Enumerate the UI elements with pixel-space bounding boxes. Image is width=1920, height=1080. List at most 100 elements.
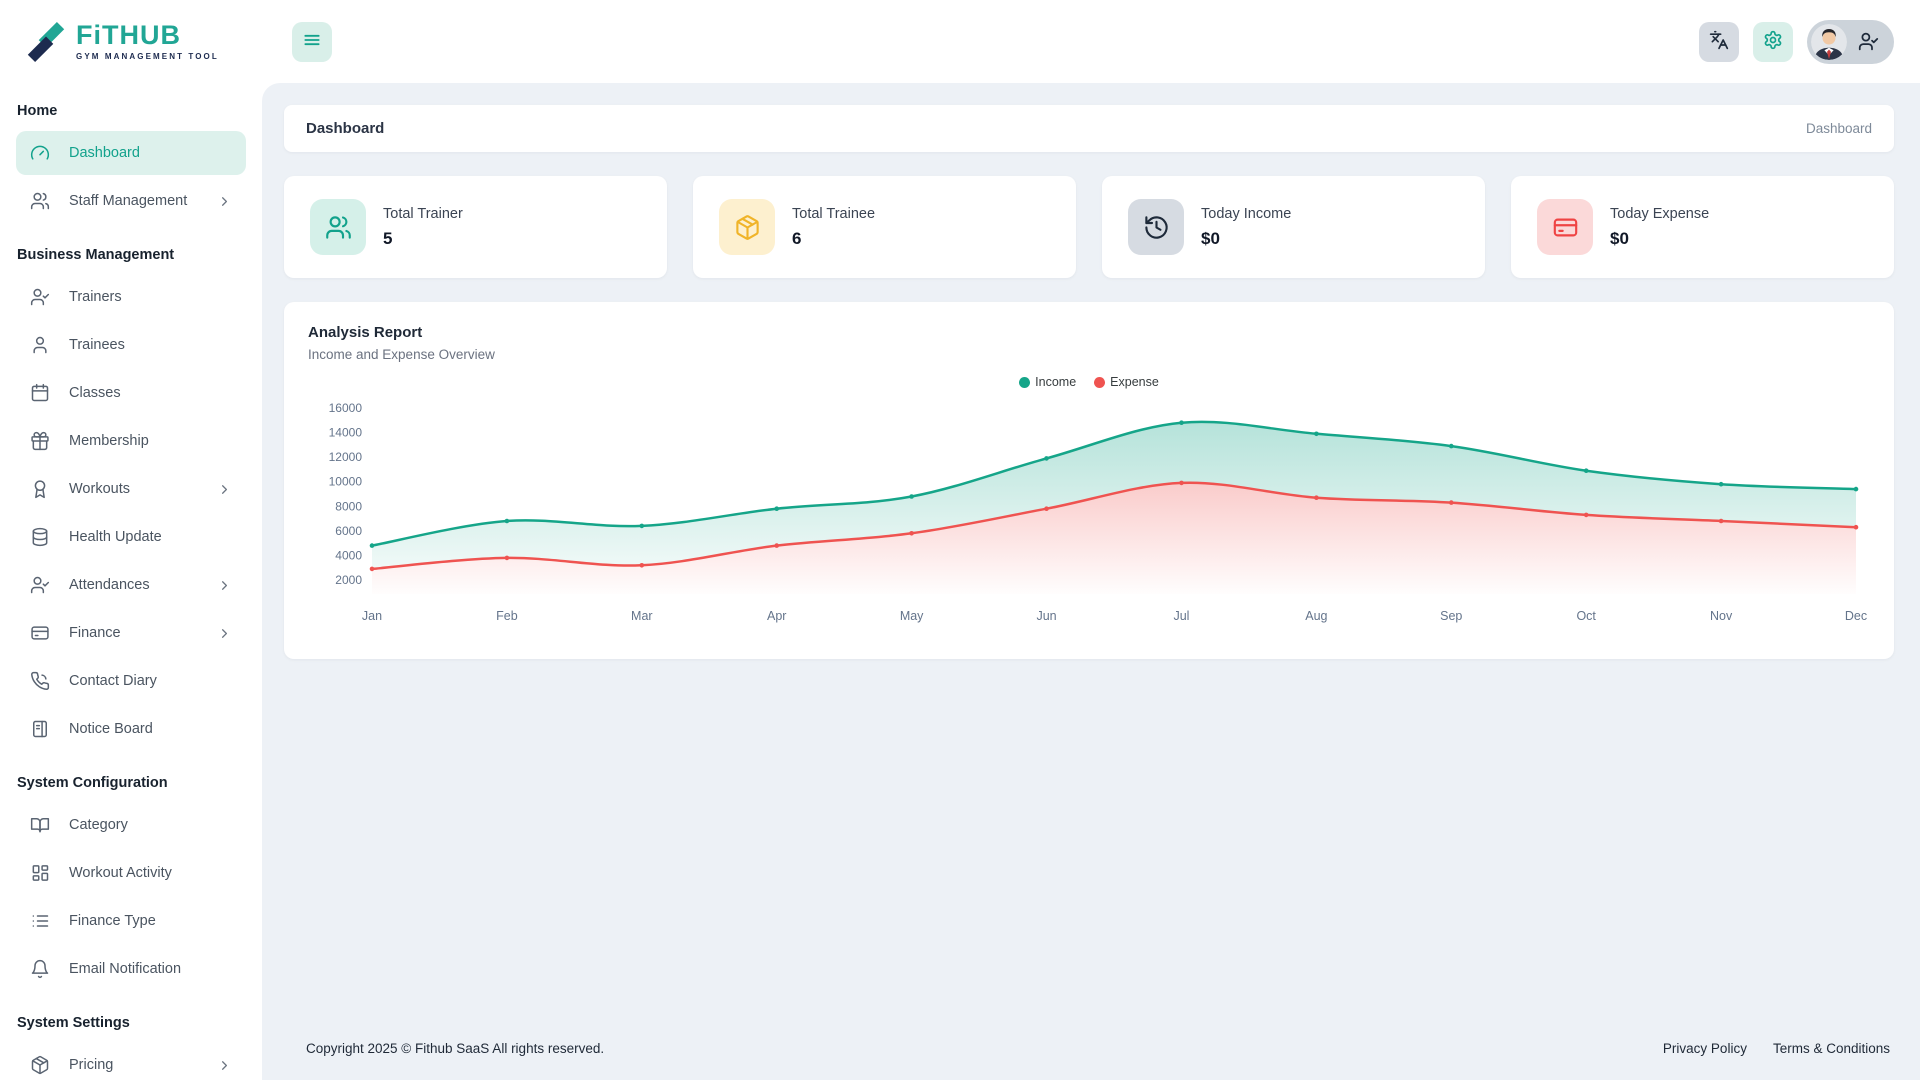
analysis-subtitle: Income and Expense Overview	[308, 347, 495, 362]
sidebar-item-label: Notice Board	[69, 721, 153, 737]
legend-dot	[1094, 376, 1106, 388]
avatar	[1811, 23, 1847, 60]
stat-card-today-income: Today Income $0	[1102, 176, 1485, 278]
sidebar-item-label: Workouts	[69, 481, 130, 497]
analysis-chart: 2000 4000 6000 8000 10000 12000 14000 16000 Jan F…	[329, 401, 1867, 623]
menu-icon	[302, 30, 322, 53]
sidebar-item-label: Finance	[69, 625, 121, 641]
sidebar-item-label: Attendances	[69, 577, 150, 593]
phone-icon	[30, 671, 50, 691]
book-open-icon	[30, 815, 50, 835]
sidebar-item-email-notification[interactable]: Email Notification	[16, 947, 246, 991]
sidebar-item-staff-management[interactable]: Staff Management	[16, 179, 246, 223]
svg-text:Apr: Apr	[767, 609, 786, 623]
sidebar-section-home: Home	[17, 103, 58, 119]
sidebar-item-label: Finance Type	[69, 913, 156, 929]
svg-text:Aug: Aug	[1305, 609, 1327, 623]
copyright-text: Copyright 2025 © Fithub SaaS All rights …	[306, 1041, 605, 1056]
settings-button[interactable]	[1753, 21, 1793, 62]
sidebar: FiTHUB GYM MANAGEMENT TOOL Home Dashboard…	[0, 0, 262, 1080]
sidebar-item-label: Email Notification	[69, 961, 182, 977]
brand-tagline: GYM MANAGEMENT TOOL	[76, 52, 219, 61]
svg-text:12000: 12000	[329, 450, 363, 464]
svg-text:14000: 14000	[329, 426, 363, 440]
sidebar-section-system-configuration: System Configuration	[17, 775, 168, 791]
brand-logo[interactable]: FiTHUB GYM MANAGEMENT TOOL	[0, 0, 262, 83]
sidebar-item-pricing[interactable]: Pricing	[16, 1043, 246, 1080]
language-button[interactable]	[1699, 21, 1739, 62]
stat-card-today-expense: Today Expense $0	[1511, 176, 1894, 278]
package-icon	[30, 1055, 50, 1075]
gear-icon	[1763, 30, 1783, 53]
chevron-right-icon	[217, 626, 232, 641]
stat-card-total-trainer: Total Trainer 5	[284, 176, 667, 278]
package-icon	[719, 199, 775, 255]
sidebar-item-health-update[interactable]: Health Update	[16, 515, 246, 559]
users-icon	[30, 191, 50, 211]
svg-text:16000: 16000	[329, 401, 363, 415]
sidebar-item-label: Contact Diary	[69, 673, 157, 689]
sidebar-item-label: Trainers	[69, 289, 122, 305]
page-header-card: Dashboard Dashboard	[284, 105, 1894, 152]
sidebar-item-classes[interactable]: Classes	[16, 371, 246, 415]
legend-label: Expense	[1110, 375, 1159, 389]
sidebar-item-category[interactable]: Category	[16, 803, 246, 847]
sidebar-item-dashboard[interactable]: Dashboard	[16, 131, 246, 175]
profile-menu[interactable]	[1807, 19, 1894, 64]
stat-label: Today Income	[1201, 205, 1292, 222]
content-area: Dashboard Dashboard Total Trainer 5 Total …	[262, 83, 1920, 1080]
footer-link-terms-conditions[interactable]: Terms & Conditions	[1773, 1041, 1890, 1056]
sidebar-item-attendances[interactable]: Attendances	[16, 563, 246, 607]
sidebar-section-business-management: Business Management	[17, 247, 175, 263]
sidebar-toggle-button[interactable]	[292, 21, 332, 62]
legend-item-income[interactable]: Income	[1019, 375, 1076, 389]
sidebar-item-contact-diary[interactable]: Contact Diary	[16, 659, 246, 703]
chart-legend: Income Expense	[308, 372, 1870, 392]
sidebar-item-label: Staff Management	[69, 193, 188, 209]
stat-card-total-trainee: Total Trainee 6	[693, 176, 1076, 278]
sidebar-item-label: Dashboard	[69, 145, 140, 161]
fithub-logo-icon	[27, 21, 65, 62]
stat-label: Total Trainee	[792, 205, 876, 222]
sidebar-item-trainees[interactable]: Trainees	[16, 323, 246, 367]
credit-card-icon	[30, 623, 50, 643]
svg-text:May: May	[900, 609, 924, 623]
breadcrumb: Dashboard	[1805, 121, 1872, 136]
sidebar-item-label: Membership	[69, 433, 149, 449]
analysis-title: Analysis Report	[308, 324, 423, 341]
sidebar-item-workouts[interactable]: Workouts	[16, 467, 246, 511]
legend-dot	[1019, 376, 1031, 388]
legend-item-expense[interactable]: Expense	[1094, 375, 1159, 389]
award-icon	[30, 479, 50, 499]
database-icon	[30, 527, 50, 547]
sidebar-item-notice-board[interactable]: Notice Board	[16, 707, 246, 751]
stat-label: Today Expense	[1610, 205, 1710, 222]
analysis-report-card: Analysis Report Income and Expense Overv…	[284, 302, 1894, 659]
credit-card-icon	[1537, 199, 1593, 255]
sidebar-item-label: Pricing	[69, 1057, 114, 1073]
chevron-right-icon	[217, 578, 232, 593]
svg-text:Mar: Mar	[631, 609, 653, 623]
main-column: Dashboard Dashboard Total Trainer 5 Total …	[262, 0, 1920, 1080]
svg-text:Sep: Sep	[1440, 609, 1462, 623]
list-icon	[30, 911, 50, 931]
bell-icon	[30, 959, 50, 979]
users-icon	[310, 199, 366, 255]
footer-link-privacy-policy[interactable]: Privacy Policy	[1663, 1041, 1747, 1056]
sidebar-item-workout-activity[interactable]: Workout Activity	[16, 851, 246, 895]
svg-text:2000: 2000	[335, 573, 362, 587]
stats-row: Total Trainer 5 Total Trainee 6 Today Income…	[284, 176, 1894, 278]
languages-icon	[1709, 30, 1729, 53]
stat-value: 5	[383, 228, 393, 248]
svg-text:Jul: Jul	[1173, 609, 1189, 623]
sidebar-item-label: Classes	[69, 385, 121, 401]
sidebar-item-trainers[interactable]: Trainers	[16, 275, 246, 319]
sidebar-item-finance-type[interactable]: Finance Type	[16, 899, 246, 943]
sidebar-item-membership[interactable]: Membership	[16, 419, 246, 463]
svg-text:Oct: Oct	[1576, 609, 1596, 623]
user-icon	[30, 335, 50, 355]
sidebar-item-finance[interactable]: Finance	[16, 611, 246, 655]
chevron-right-icon	[217, 1058, 232, 1073]
chart-wrap: 2000 4000 6000 8000 10000 12000 14000 16000 Jan F…	[308, 396, 1870, 641]
legend-label: Income	[1035, 375, 1077, 389]
